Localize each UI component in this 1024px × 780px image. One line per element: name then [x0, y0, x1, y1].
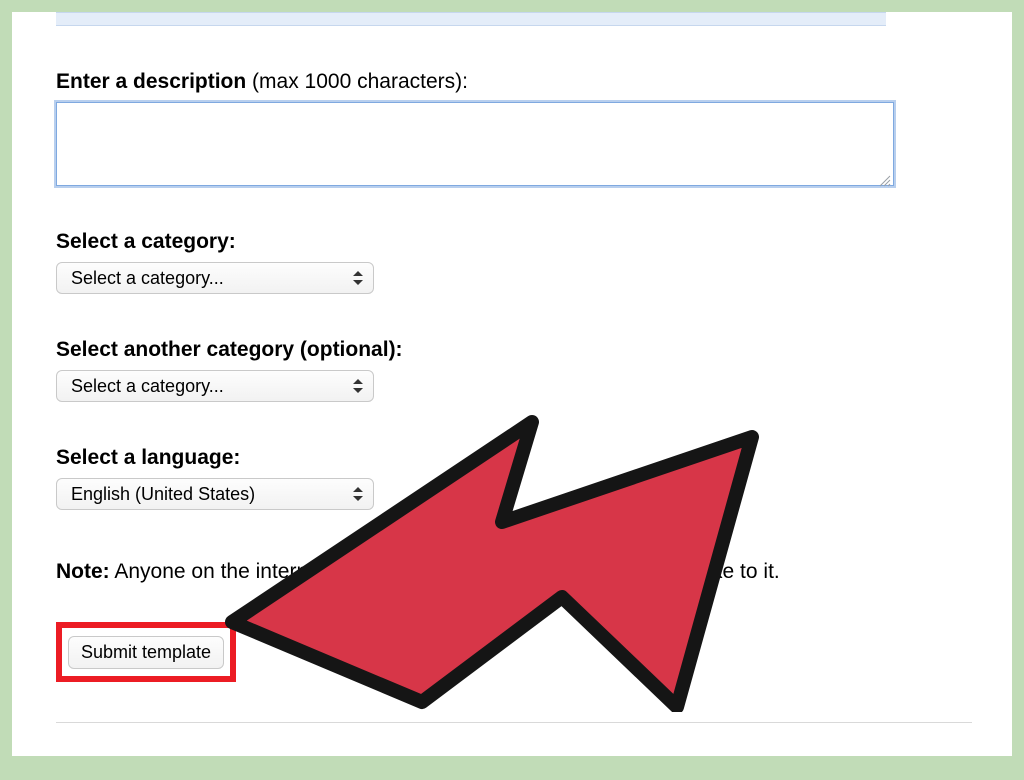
submit-highlight-box: Submit template — [56, 622, 236, 682]
category2-selected-value: Select a category... — [71, 376, 224, 397]
category1-section: Select a category: Select a category... — [56, 230, 974, 294]
sort-icon — [353, 271, 363, 285]
sort-icon — [353, 487, 363, 501]
divider — [56, 722, 972, 723]
description-label: Enter a description (max 1000 characters… — [56, 70, 974, 94]
category2-label: Select another category (optional): — [56, 338, 974, 362]
category1-label: Select a category: — [56, 230, 974, 254]
language-selected-value: English (United States) — [71, 484, 255, 505]
description-textarea-wrap — [56, 102, 894, 186]
category2-section: Select another category (optional): Sele… — [56, 338, 974, 402]
category2-select[interactable]: Select a category... — [56, 370, 374, 402]
description-textarea[interactable] — [57, 103, 893, 185]
submit-template-button[interactable]: Submit template — [68, 636, 224, 669]
category1-selected-value: Select a category... — [71, 268, 224, 289]
language-section: Select a language: English (United State… — [56, 446, 974, 510]
info-bar: Choose a different item | Open in a new … — [56, 12, 886, 26]
language-label: Select a language: — [56, 446, 974, 470]
sort-icon — [353, 379, 363, 393]
language-select[interactable]: English (United States) — [56, 478, 374, 510]
category1-select[interactable]: Select a category... — [56, 262, 374, 294]
note-text: Note: Anyone on the internet will ur tem… — [56, 558, 876, 586]
description-section: Enter a description (max 1000 characters… — [56, 70, 974, 186]
